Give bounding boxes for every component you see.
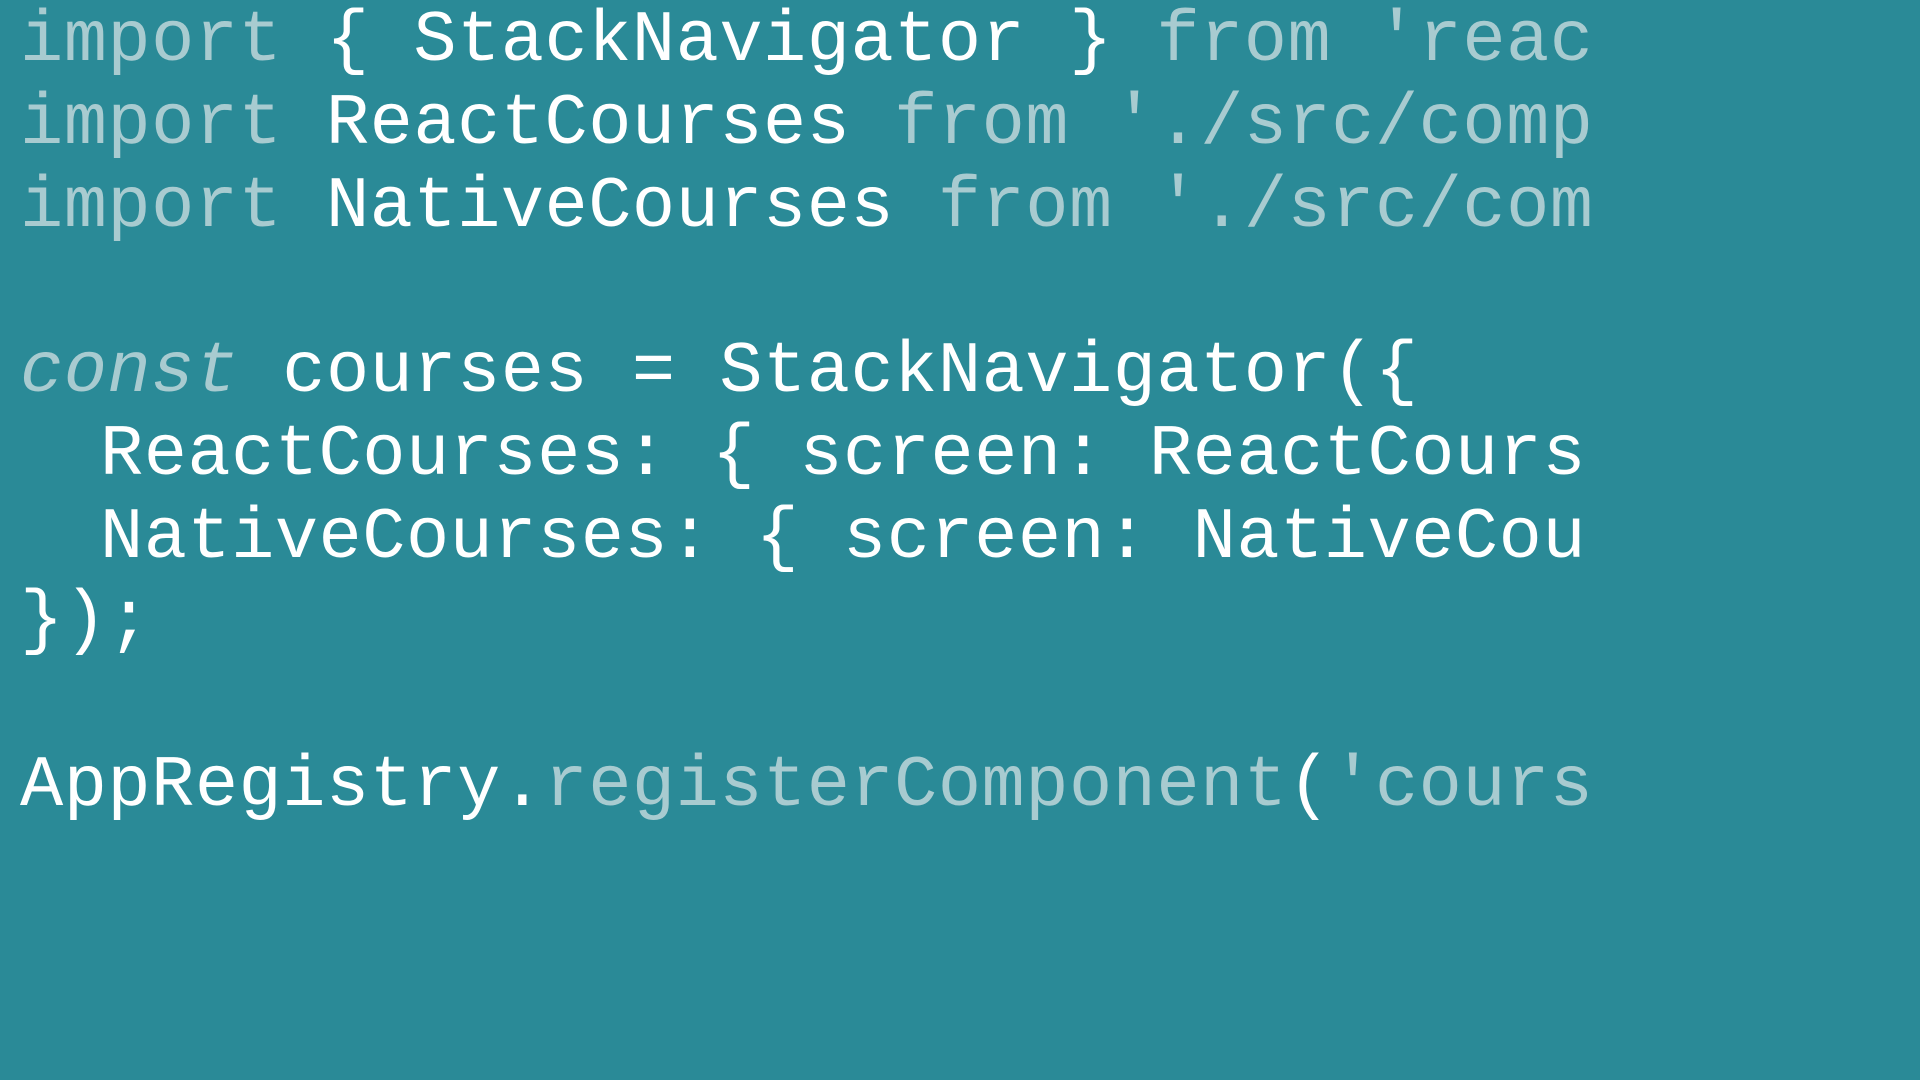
code-line-6: ReactCourses: { screen: ReactCours (20, 414, 1920, 497)
code-line-3: import NativeCourses from './src/com (20, 166, 1920, 249)
code-line-4 (20, 248, 1920, 331)
code-line-1: import { StackNavigator } from 'reac (20, 0, 1920, 83)
code-text: { StackNavigator } (282, 0, 1156, 82)
keyword-from: from (938, 166, 1157, 248)
code-line-9 (20, 662, 1920, 745)
keyword-from: from (1156, 0, 1375, 82)
keyword-import: import (20, 83, 282, 165)
keyword-from: from (894, 83, 1113, 165)
code-text: NativeCourses (282, 166, 938, 248)
code-text: ReactCourses: { screen: ReactCours (100, 414, 1586, 496)
code-line-7: NativeCourses: { screen: NativeCou (20, 497, 1920, 580)
code-text: AppRegistry. (20, 745, 544, 827)
code-text: }); (20, 580, 151, 662)
code-line-10: AppRegistry.registerComponent('cours (20, 745, 1920, 828)
string-literal: './src/comp (1113, 83, 1594, 165)
code-text: ReactCourses (282, 83, 894, 165)
code-line-2: import ReactCourses from './src/comp (20, 83, 1920, 166)
code-text: courses = StackNavigator({ (239, 331, 1419, 413)
string-literal: './src/com (1156, 166, 1593, 248)
code-text: NativeCourses: { screen: NativeCou (100, 497, 1586, 579)
code-text: ( (1288, 745, 1332, 827)
keyword-import: import (20, 166, 282, 248)
keyword-import: import (20, 0, 282, 82)
string-literal: 'cours (1331, 745, 1593, 827)
keyword-const: const (20, 331, 239, 413)
code-editor[interactable]: import { StackNavigator } from 'reac imp… (20, 0, 1920, 828)
code-line-5: const courses = StackNavigator({ (20, 331, 1920, 414)
string-literal: 'reac (1375, 0, 1594, 82)
method-call: registerComponent (544, 745, 1287, 827)
code-line-8: }); (20, 580, 1920, 663)
